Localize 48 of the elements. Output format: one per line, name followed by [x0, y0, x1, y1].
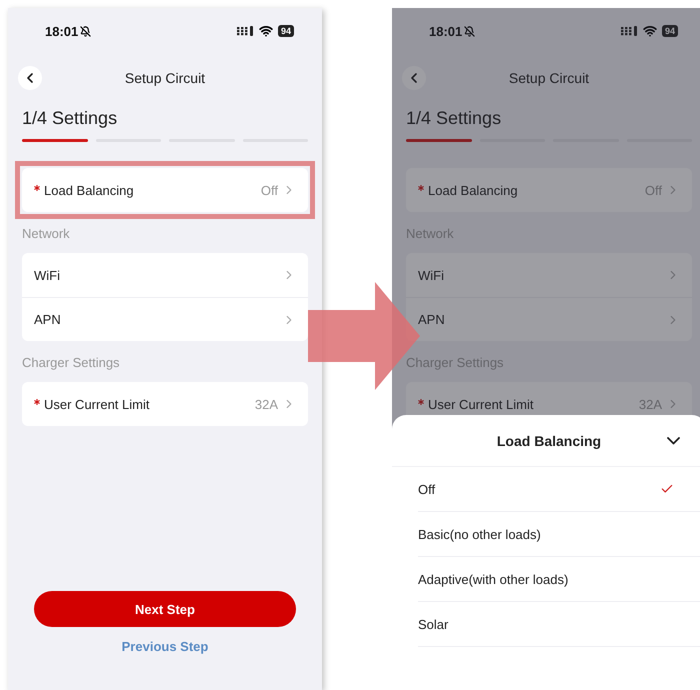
row-label: User Current Limit — [428, 396, 534, 412]
section-label: Charger Settings — [22, 355, 120, 370]
sheet-title: Load Balancing — [496, 432, 602, 448]
row-label: WiFi — [418, 268, 445, 282]
row-label: APN — [418, 312, 446, 327]
option-row[interactable]: Solar — [418, 602, 700, 647]
section-label: Network — [22, 226, 70, 241]
row-value: Off — [260, 182, 278, 198]
bell-off-icon — [464, 26, 476, 36]
option-label: Basic(no other loads) — [418, 526, 542, 542]
signal-icon — [236, 26, 254, 36]
option-label: Off — [418, 482, 436, 496]
status-time: 18:01 — [429, 24, 462, 38]
collapse-button[interactable] — [667, 436, 680, 444]
page-title: Setup Circuit — [508, 70, 590, 86]
row-value: 32A — [254, 396, 278, 412]
settings-row[interactable]: APN — [22, 297, 308, 341]
row-label: User Current Limit — [44, 396, 150, 412]
settings-row[interactable]: WiFi — [22, 253, 308, 297]
settings-row[interactable]: Load Balancing Off — [406, 168, 692, 212]
settings-row[interactable]: User Current Limit 32A — [22, 382, 308, 426]
chevron-down-icon — [667, 436, 680, 444]
wifi-icon — [642, 24, 657, 38]
step-heading: 1/4 Settings — [406, 108, 502, 129]
battery-level: 94 — [278, 25, 294, 37]
wifi-icon — [258, 24, 273, 38]
settings-row[interactable]: WiFi — [406, 253, 692, 297]
status-time: 18:01 — [45, 24, 78, 38]
option-row[interactable]: Off — [418, 467, 700, 512]
option-label: Adaptive(with other loads) — [418, 572, 570, 586]
row-value: 32A — [638, 396, 662, 412]
row-label: Load Balancing — [44, 182, 135, 198]
signal-icon — [620, 26, 638, 36]
row-label: APN — [34, 312, 62, 327]
bell-off-icon — [80, 26, 92, 36]
settings-row[interactable]: Load Balancing Off — [22, 168, 308, 212]
next-step-button[interactable]: Next Step — [34, 591, 296, 627]
option-label: Solar — [418, 616, 450, 632]
back-button[interactable] — [402, 66, 426, 90]
battery-level: 94 — [662, 25, 678, 37]
page-title: Setup Circuit — [124, 70, 206, 86]
row-label: Load Balancing — [428, 182, 519, 198]
row-value: Off — [644, 182, 662, 198]
row-label: WiFi — [34, 268, 61, 282]
option-row[interactable]: Basic(no other loads) — [418, 512, 700, 557]
back-button[interactable] — [18, 66, 42, 90]
step-heading: 1/4 Settings — [22, 108, 118, 129]
option-row[interactable]: Adaptive(with other loads) — [418, 557, 700, 602]
